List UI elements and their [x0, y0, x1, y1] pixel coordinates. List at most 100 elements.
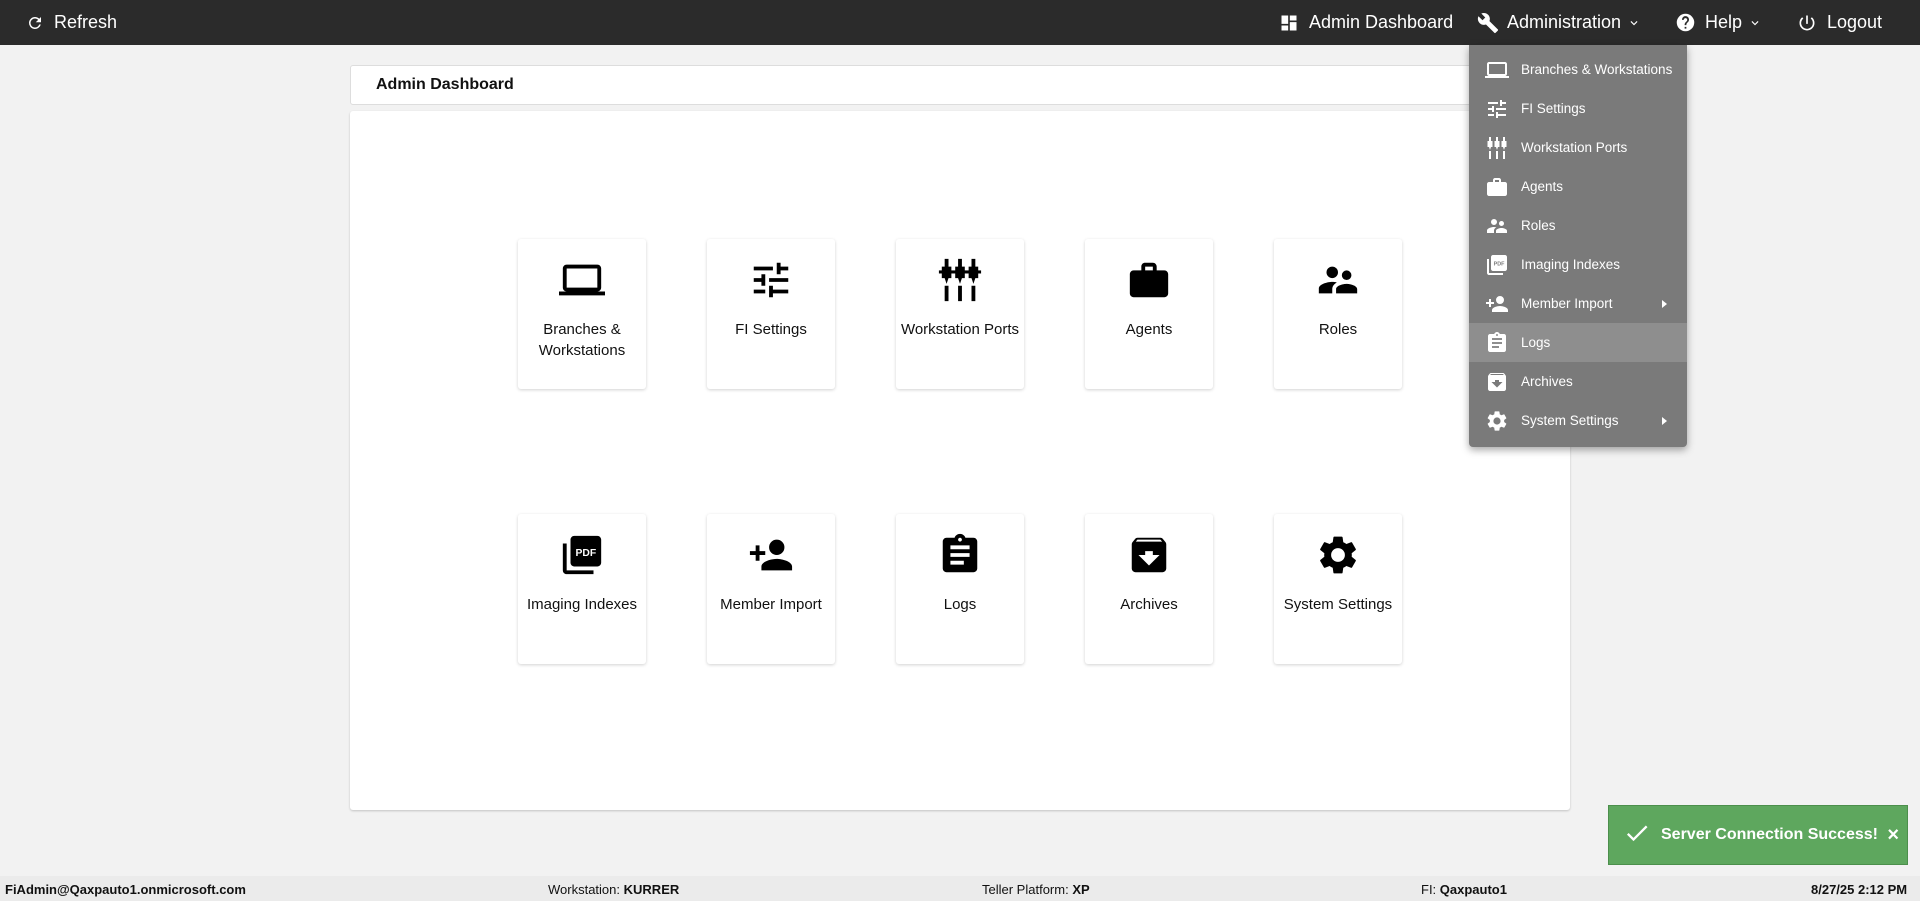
admin-dashboard-label: Admin Dashboard: [1309, 12, 1454, 32]
tile-archives[interactable]: Archives: [1085, 514, 1213, 664]
page-title-card: Admin Dashboard: [350, 65, 1570, 105]
archive-icon: [1131, 537, 1167, 573]
caret-right-icon: [1662, 417, 1667, 425]
power-icon: [1799, 15, 1815, 30]
administration-label: Administration: [1507, 12, 1622, 32]
person-add-icon: [1486, 295, 1508, 312]
tile-label: Agents: [1125, 321, 1173, 338]
menu-item-label: Workstation Ports: [1521, 140, 1628, 155]
menu-item-label: Branches & Workstations: [1521, 62, 1673, 77]
status-fi: FI: Qaxpauto1: [1421, 882, 1507, 897]
tile-member-import[interactable]: Member Import: [707, 514, 835, 664]
tile-fi-settings[interactable]: FI Settings: [707, 239, 835, 389]
refresh-icon: [28, 16, 41, 29]
briefcase-icon: [1487, 177, 1507, 196]
tile-label: FI Settings: [735, 321, 807, 338]
person-add-icon: [749, 539, 793, 571]
status-user: FiAdmin@Qaxpauto1.onmicrosoft.com: [5, 882, 246, 897]
tile-label: Workstation Ports: [900, 321, 1020, 338]
menu-item-member-import[interactable]: Member Import: [1469, 284, 1687, 323]
menu-item-workstation-ports[interactable]: Workstation Ports: [1469, 128, 1687, 167]
clipboard-icon: [1488, 331, 1506, 352]
menu-item-roles[interactable]: Roles: [1469, 206, 1687, 245]
success-toast: Server Connection Success! ×: [1608, 805, 1908, 865]
tile-label: Branches & Workstations: [538, 321, 626, 359]
menu-item-label: Imaging Indexes: [1521, 257, 1621, 272]
status-platform: Teller Platform: XP: [982, 882, 1090, 897]
administration-dropdown: Branches & Workstations FI Settings Work…: [1469, 45, 1687, 447]
help-icon: [1676, 13, 1695, 32]
help-label: Help: [1705, 12, 1743, 32]
logout-label: Logout: [1827, 12, 1883, 32]
status-workstation: Workstation: KURRER: [548, 882, 679, 897]
gear-icon: [1320, 536, 1356, 574]
administration-menu-toggle[interactable]: Administration: [1477, 0, 1641, 45]
caret-right-icon: [1662, 300, 1667, 308]
menu-item-label: Roles: [1521, 218, 1556, 233]
sliders-icon: [753, 262, 789, 298]
tile-label: Roles: [1318, 321, 1358, 338]
laptop-icon: [1485, 61, 1509, 78]
people-icon: [1487, 218, 1507, 233]
close-icon[interactable]: ×: [1887, 824, 1899, 847]
tile-label: Imaging Indexes: [526, 596, 638, 613]
menu-item-label: System Settings: [1521, 413, 1619, 428]
menu-item-label: Agents: [1521, 179, 1564, 194]
fi-label: FI:: [1421, 882, 1437, 897]
menu-item-label: Member Import: [1521, 296, 1613, 311]
tile-roles[interactable]: Roles: [1274, 239, 1402, 389]
workstation-label: Workstation:: [548, 882, 621, 897]
platform-value: XP: [1072, 882, 1090, 897]
tile-label: Logs: [943, 596, 977, 613]
page-title: Admin Dashboard: [376, 76, 514, 93]
menu-item-fi-settings[interactable]: FI Settings: [1469, 89, 1687, 128]
user-email: FiAdmin@Qaxpauto1.onmicrosoft.com: [5, 882, 246, 897]
tile-label: System Settings: [1283, 596, 1393, 613]
tile-branches-workstations[interactable]: Branches & Workstations: [518, 239, 646, 389]
chevron-down-icon: [1751, 20, 1759, 25]
tile-label: Member Import: [720, 596, 822, 613]
clipboard-icon: [942, 533, 978, 573]
fi-value: Qaxpauto1: [1439, 882, 1507, 897]
archive-icon: [1488, 372, 1506, 391]
people-icon: [1318, 266, 1358, 294]
tile-agents[interactable]: Agents: [1085, 239, 1213, 389]
menu-item-system-settings[interactable]: System Settings: [1469, 401, 1687, 440]
top-navbar: Refresh Admin Dashboard Administration H…: [0, 0, 1920, 45]
laptop-icon: [559, 264, 605, 296]
chevron-down-icon: [1630, 20, 1638, 25]
tile-workstation-ports[interactable]: Workstation Ports: [896, 239, 1024, 389]
menu-item-branches-workstations[interactable]: Branches & Workstations: [1469, 50, 1687, 89]
svg-text:PDF: PDF: [1494, 261, 1505, 267]
tile-system-settings[interactable]: System Settings: [1274, 514, 1402, 664]
admin-dashboard-link[interactable]: Admin Dashboard: [1279, 0, 1453, 45]
workstation-value: KURRER: [623, 882, 680, 897]
logout-button[interactable]: Logout: [1797, 0, 1882, 45]
menu-item-logs[interactable]: Logs: [1469, 323, 1687, 362]
status-bar: FiAdmin@Qaxpauto1.onmicrosoft.com Workst…: [0, 876, 1920, 901]
refresh-button[interactable]: Refresh: [26, 0, 117, 45]
toast-message: Server Connection Success!: [1661, 826, 1878, 843]
wrench-icon: [1477, 12, 1499, 33]
refresh-label: Refresh: [54, 12, 118, 32]
help-menu-toggle[interactable]: Help: [1675, 0, 1762, 45]
menu-item-label: FI Settings: [1521, 101, 1586, 116]
tile-logs[interactable]: Logs: [896, 514, 1024, 664]
menu-item-archives[interactable]: Archives: [1469, 362, 1687, 401]
dashboard-icon: [1281, 15, 1297, 30]
checkmark-icon: [1626, 825, 1648, 841]
svg-text:PDF: PDF: [575, 548, 596, 559]
datetime-value: 8/27/25 2:12 PM: [1811, 882, 1908, 897]
pdf-icon: PDF: [1487, 254, 1507, 275]
tile-label: Archives: [1120, 596, 1178, 613]
menu-item-imaging-indexes[interactable]: PDF Imaging Indexes: [1469, 245, 1687, 284]
tile-imaging-indexes[interactable]: PDF Imaging Indexes: [518, 514, 646, 664]
ports-icon: [1487, 136, 1507, 159]
menu-item-agents[interactable]: Agents: [1469, 167, 1687, 206]
dashboard-panel: Branches & Workstations FI Settings Work…: [350, 111, 1570, 810]
status-datetime: 8/27/25 2:12 PM: [1811, 882, 1907, 897]
sliders-icon: [1488, 99, 1506, 118]
platform-label: Teller Platform:: [982, 882, 1069, 897]
pdf-icon: PDF: [562, 535, 602, 575]
ports-icon: [938, 258, 982, 302]
